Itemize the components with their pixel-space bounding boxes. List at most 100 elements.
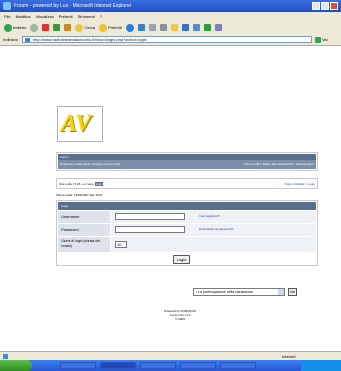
window-controls (312, 2, 338, 10)
time-bar: Ora è alle 17:26, e ci sono login Topic … (56, 178, 318, 189)
maximize-icon[interactable] (321, 2, 329, 10)
home-icon (64, 24, 72, 31)
media-button[interactable] (125, 23, 134, 32)
time-text-value: Ora è alle 17:26, e ci sono (59, 182, 95, 186)
address-url: http://www.radiotelearbalavicchio.it/for… (33, 37, 147, 42)
folder-button[interactable] (170, 24, 178, 31)
days-cell: 10 (111, 237, 316, 252)
favorites-button[interactable]: Preferiti (99, 23, 122, 32)
menu-item-strumenti[interactable]: Strumenti (78, 14, 95, 19)
print-button[interactable] (159, 24, 167, 31)
search-button[interactable]: Cerca (75, 23, 96, 32)
research-icon (214, 24, 222, 31)
forum-nav-right[interactable]: Forum online 'Radio Tele Arbavicchio' / … (244, 160, 314, 169)
days-input[interactable]: 10 (115, 241, 127, 248)
taskbar-item-2[interactable] (100, 362, 136, 369)
window-titlebar: Forum - powered by Lus - Microsoft Inter… (0, 0, 341, 12)
minimize-icon[interactable] (312, 2, 320, 10)
breadcrumb[interactable]: Topic principali > Login (285, 181, 315, 187)
discuss-button[interactable] (192, 24, 200, 31)
forum-nav-row: Registrati | Lista utenti | Gruppi | Cer… (58, 160, 316, 169)
jump-select[interactable]: • La partecipazione nella valutazione (193, 288, 285, 296)
favorites-label: Preferiti (108, 25, 122, 30)
jump-selected-value: • La partecipazione nella valutazione (196, 290, 253, 294)
password-input[interactable] (115, 226, 185, 233)
days-label: Giorni di login (durata del cookie) (58, 237, 110, 252)
login-header: Login (58, 202, 316, 210)
forum-header-box: Forum Registrati | Lista utenti | Gruppi… (56, 152, 318, 171)
taskbar-item-4[interactable] (180, 362, 216, 369)
back-arrow-icon (4, 23, 12, 32)
history-icon (137, 24, 145, 31)
refresh-icon (53, 24, 61, 31)
folder-icon (170, 24, 178, 31)
username-input[interactable] (115, 213, 185, 220)
address-label: Indirizzo (3, 37, 18, 42)
logo-text: AV (61, 111, 92, 137)
messenger-icon (203, 24, 211, 31)
menu-item-visualizza[interactable]: Visualizza (36, 14, 54, 19)
security-zone: Internet (282, 354, 296, 359)
discuss-icon (192, 24, 200, 31)
menu-item-help[interactable]: ? (100, 14, 102, 19)
password-cell: Dimenticato la password? (111, 224, 316, 236)
stop-button[interactable] (42, 24, 50, 31)
edit-button[interactable] (181, 24, 189, 31)
days-row: Giorni di login (durata del cookie) 10 (58, 236, 316, 252)
page-content (0, 46, 341, 351)
last-visit-text: Ultima visita: 14/09/2007 alle 15:07 (56, 193, 103, 197)
window-title: Forum - powered by Lus - Microsoft Inter… (14, 3, 132, 9)
forum-nav-links[interactable]: Registrati | Lista utenti | Gruppi | Cer… (60, 160, 120, 169)
search-icon (75, 23, 84, 32)
search-label: Cerca (84, 25, 96, 30)
menu-item-preferiti[interactable]: Preferiti (59, 14, 73, 19)
close-icon[interactable] (330, 2, 338, 10)
back-button[interactable]: Indietro (4, 23, 27, 32)
username-label: Username (58, 211, 110, 223)
go-arrow-icon (315, 36, 321, 43)
login-button[interactable]: Login (173, 255, 190, 264)
mail-button[interactable] (148, 24, 156, 31)
research-button[interactable] (214, 24, 222, 31)
mail-icon (148, 24, 156, 31)
menu-item-modifica[interactable]: Modifica (16, 14, 31, 19)
taskbar-item-5[interactable] (220, 362, 256, 369)
ie-logo-icon (3, 2, 11, 10)
footer: Powered by FORUM AV Lus Forum v1.0 © 200… (140, 309, 220, 321)
taskbar-item-3[interactable] (140, 362, 176, 369)
stop-icon (42, 24, 50, 31)
forum-logo[interactable]: AV (57, 106, 103, 142)
start-button[interactable] (0, 360, 32, 371)
refresh-button[interactable] (53, 24, 61, 31)
go-button[interactable]: Vai (315, 36, 337, 43)
time-tag: login (94, 182, 104, 186)
time-text: Ora è alle 17:26, e ci sono login (59, 181, 104, 187)
forward-arrow-icon (30, 23, 39, 32)
address-input[interactable]: http://www.radiotelearbalavicchio.it/for… (22, 36, 312, 43)
address-bar: Indirizzo http://www.radiotelearbalavicc… (0, 34, 341, 46)
username-row: Username Vuoi registrarti? (58, 210, 316, 223)
chevron-down-icon (278, 289, 284, 295)
forgot-password-link[interactable]: Dimenticato la password? (199, 227, 233, 232)
go-label: Vai (322, 37, 328, 42)
menu-item-file[interactable]: File (4, 14, 10, 19)
star-icon (99, 23, 108, 32)
password-label: Password (58, 224, 110, 236)
taskbar-item-1[interactable] (60, 362, 96, 369)
register-link[interactable]: Vuoi registrarti? (199, 214, 220, 219)
system-tray (301, 360, 341, 371)
footer-copyright: © 2009 (175, 317, 185, 321)
jump-go-button[interactable]: Vai (288, 288, 297, 296)
taskbar (0, 360, 341, 371)
forward-button[interactable] (30, 23, 39, 32)
back-label: Indietro (13, 25, 27, 30)
username-cell: Vuoi registrarti? (111, 211, 316, 223)
messenger-button[interactable] (203, 24, 211, 31)
toolbar: Indietro Cerca Preferiti (0, 21, 341, 35)
page-icon (25, 38, 30, 42)
page-done-icon (3, 354, 8, 359)
edit-icon (181, 24, 189, 31)
history-button[interactable] (137, 24, 145, 31)
home-button[interactable] (64, 24, 72, 31)
print-icon (159, 24, 167, 31)
